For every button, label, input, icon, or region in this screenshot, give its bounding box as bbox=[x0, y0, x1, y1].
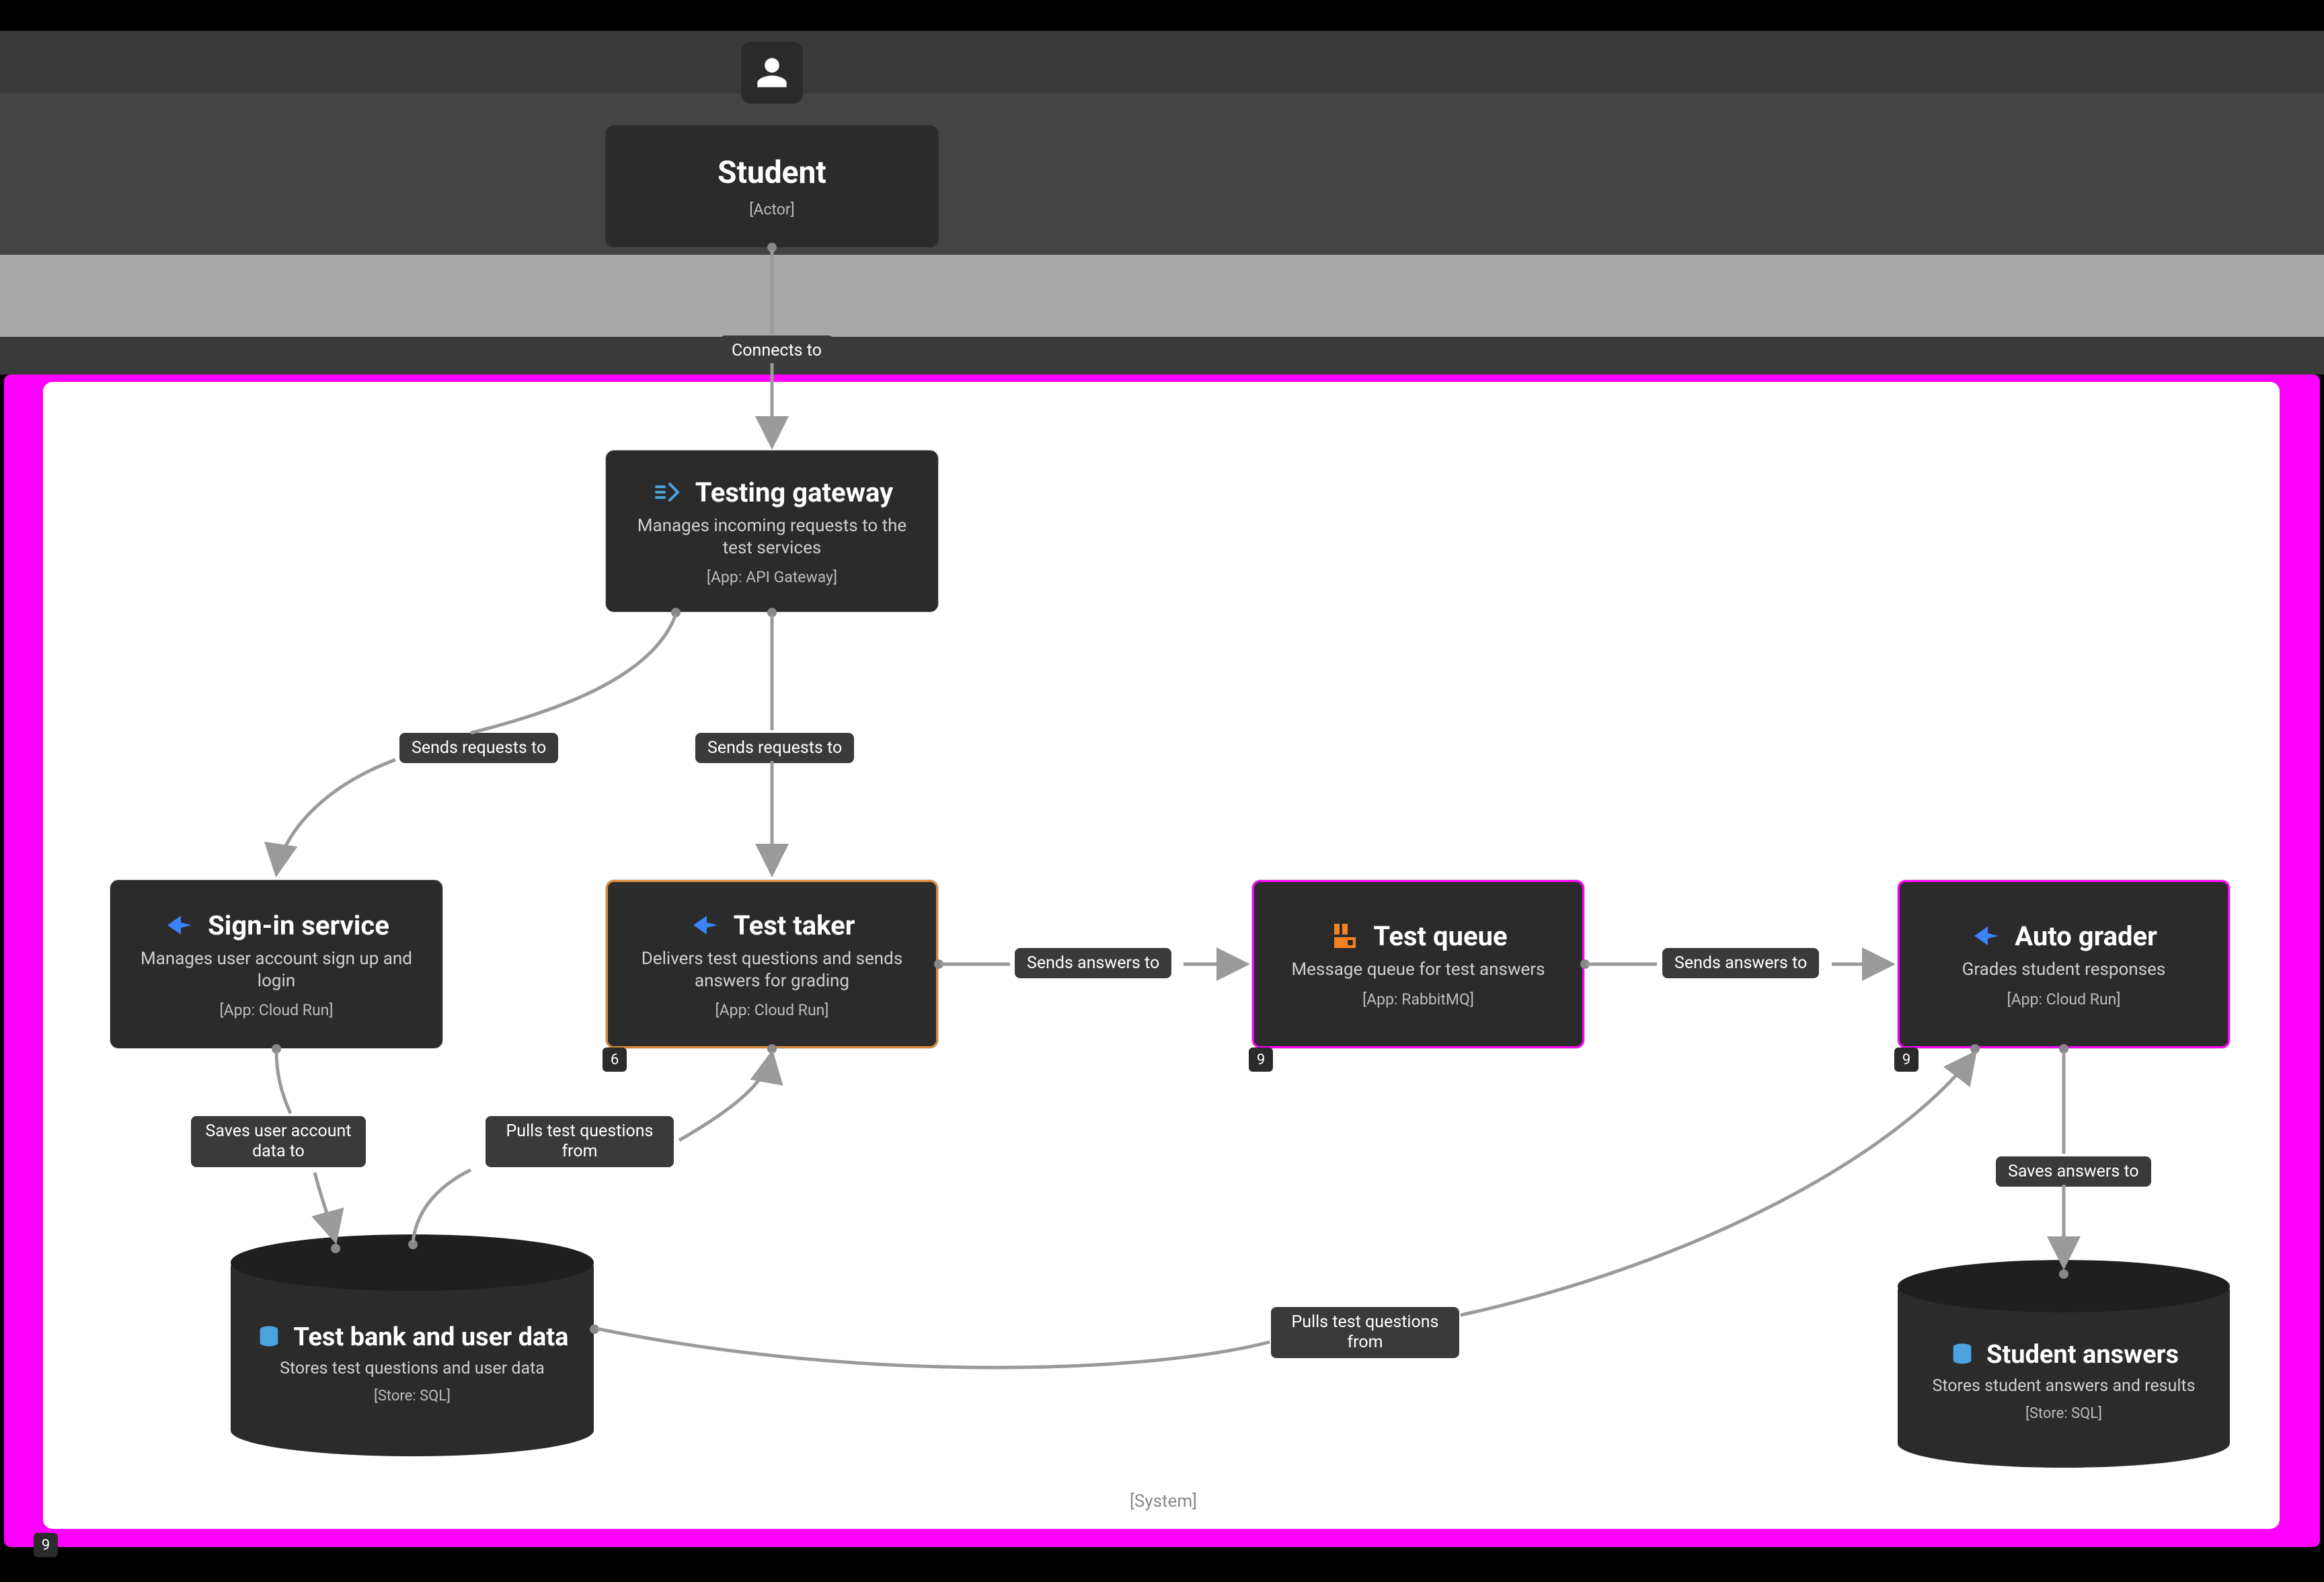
rabbitmq-icon bbox=[1329, 920, 1361, 952]
edge-saves-answers: Saves answers to bbox=[1996, 1156, 2151, 1187]
store-desc: Stores test questions and user data bbox=[280, 1359, 545, 1378]
node-test-queue[interactable]: Test queue Message queue for test answer… bbox=[1252, 880, 1584, 1048]
cloud-run-icon bbox=[689, 909, 722, 941]
actor-title: Student bbox=[718, 155, 826, 191]
badge-test-queue: 9 bbox=[1249, 1047, 1273, 1072]
store-desc: Stores student answers and results bbox=[1932, 1376, 2195, 1396]
store-student-answers[interactable]: Student answers Stores student answers a… bbox=[1898, 1266, 2230, 1468]
edge-saves-user: Saves user account data to bbox=[191, 1116, 366, 1167]
node-signin-service[interactable]: Sign-in service Manages user account sig… bbox=[110, 880, 442, 1048]
cloud-run-icon bbox=[1970, 920, 2003, 952]
node-desc: Grades student responses bbox=[1962, 959, 2166, 981]
database-icon bbox=[1949, 1341, 1976, 1368]
store-test-bank[interactable]: Test bank and user data Stores test ques… bbox=[231, 1241, 594, 1456]
store-title: Student answers bbox=[1986, 1340, 2179, 1370]
node-tag: [App: Cloud Run] bbox=[2007, 990, 2121, 1008]
node-desc: Message queue for test answers bbox=[1291, 959, 1545, 981]
edge-sends-answers-grader: Sends answers to bbox=[1662, 948, 1819, 978]
badge-auto-grader: 9 bbox=[1894, 1047, 1919, 1072]
node-tag: [App: RabbitMQ] bbox=[1362, 990, 1474, 1008]
node-title: Auto grader bbox=[2015, 920, 2157, 952]
api-gateway-icon bbox=[651, 476, 683, 508]
person-icon bbox=[754, 55, 789, 90]
node-desc: Manages user account sign up and login bbox=[128, 948, 425, 992]
actor-icon-tile bbox=[741, 42, 803, 104]
node-tag: [App: Cloud Run] bbox=[220, 1001, 334, 1019]
node-desc: Delivers test questions and sends answer… bbox=[625, 948, 919, 992]
node-title: Test queue bbox=[1373, 920, 1507, 952]
node-desc: Manages incoming requests to the test se… bbox=[623, 515, 921, 559]
edge-sends-req-signin: Sends requests to bbox=[399, 733, 558, 763]
edge-sends-req-taker: Sends requests to bbox=[695, 733, 854, 763]
badge-test-taker: 6 bbox=[603, 1047, 627, 1072]
store-tag: [Store: SQL] bbox=[2025, 1405, 2102, 1422]
node-testing-gateway[interactable]: Testing gateway Manages incoming request… bbox=[606, 450, 938, 612]
edge-pulls-questions-grader: Pulls test questions from bbox=[1271, 1307, 1459, 1358]
badge-system: 9 bbox=[34, 1533, 58, 1557]
node-title: Test taker bbox=[734, 910, 855, 941]
node-title: Testing gateway bbox=[695, 477, 894, 508]
node-auto-grader[interactable]: Auto grader Grades student responses [Ap… bbox=[1898, 880, 2230, 1048]
node-tag: [App: API Gateway] bbox=[707, 568, 837, 586]
edge-connects-to: Connects to bbox=[720, 335, 834, 366]
store-title: Test bank and user data bbox=[293, 1322, 568, 1352]
database-icon bbox=[256, 1324, 282, 1351]
node-title: Sign-in service bbox=[208, 910, 389, 941]
edge-sends-answers-queue: Sends answers to bbox=[1015, 948, 1171, 978]
actor-student[interactable]: Student [Actor] bbox=[606, 126, 938, 247]
store-tag: [Store: SQL] bbox=[374, 1388, 451, 1405]
node-test-taker[interactable]: Test taker Delivers test questions and s… bbox=[606, 880, 938, 1048]
actor-tag: [Actor] bbox=[749, 200, 794, 219]
system-tag: [System] bbox=[1130, 1491, 1197, 1511]
node-tag: [App: Cloud Run] bbox=[715, 1001, 829, 1019]
cloud-run-icon bbox=[163, 909, 196, 941]
edge-pulls-questions-taker: Pulls test questions from bbox=[486, 1116, 674, 1167]
